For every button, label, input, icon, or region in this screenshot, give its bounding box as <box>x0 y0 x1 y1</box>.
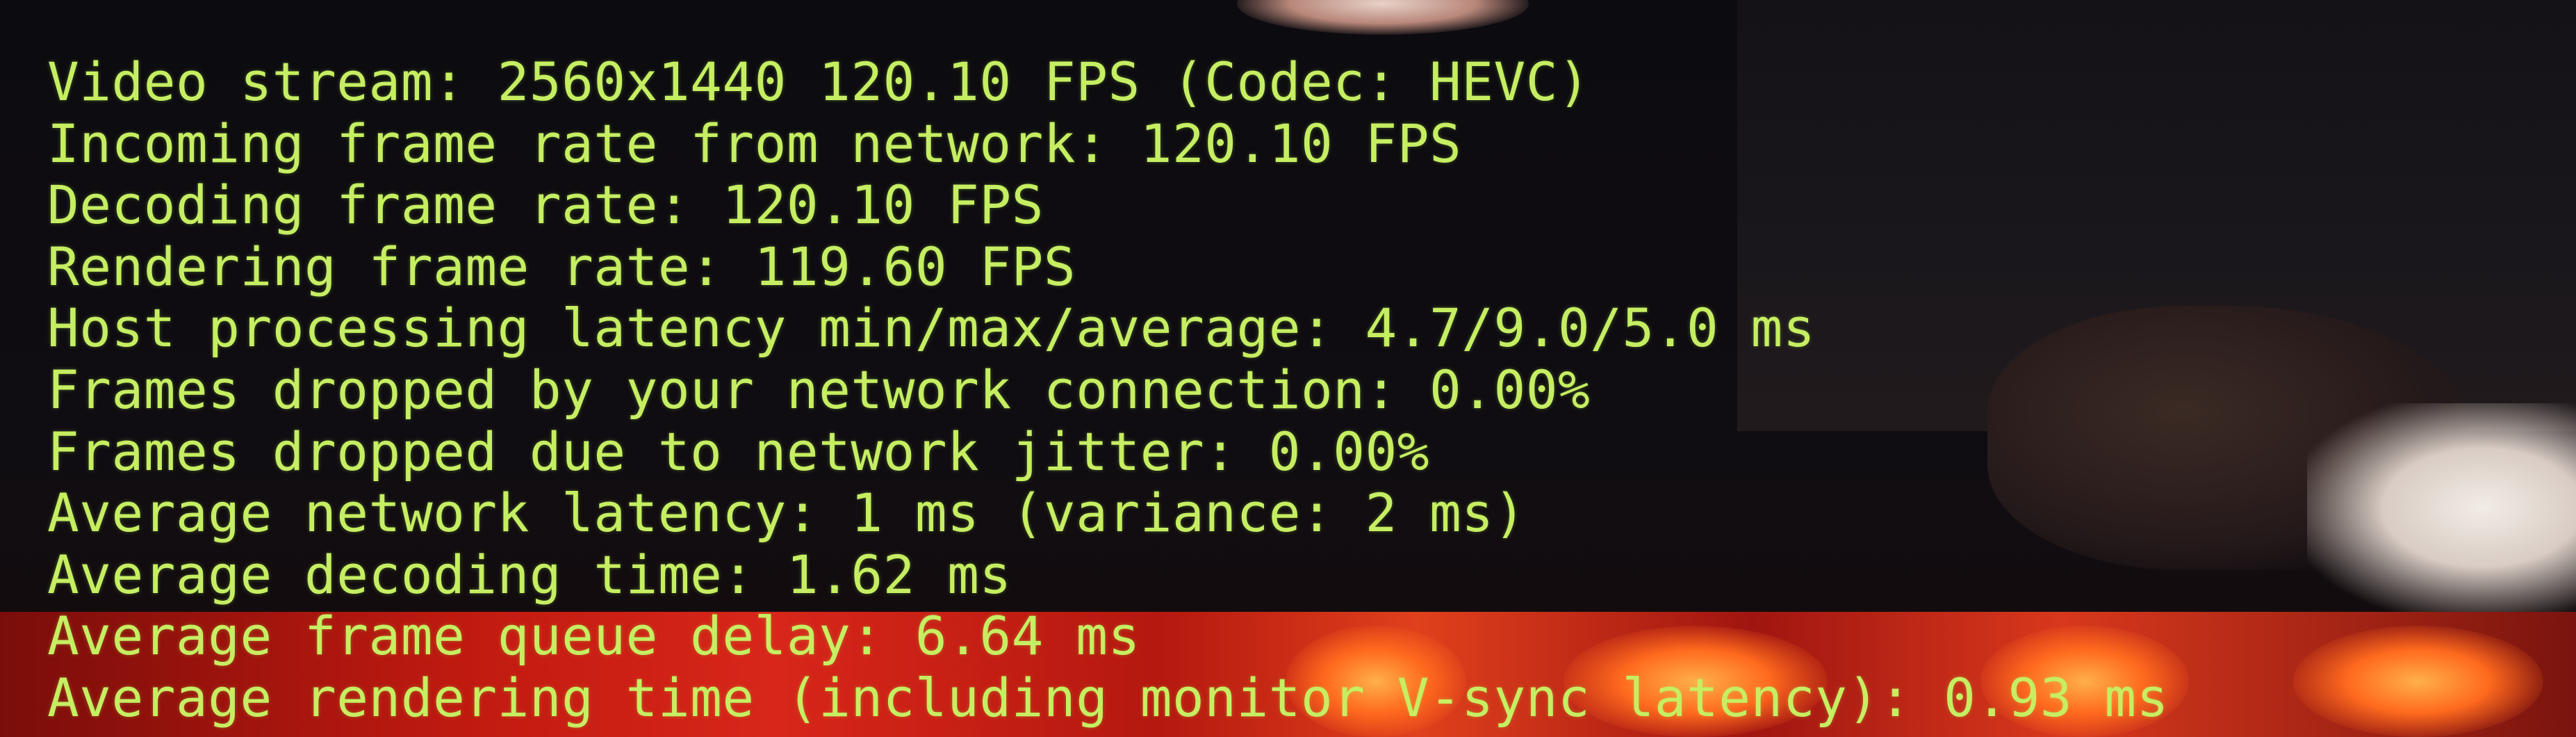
background-light-glow <box>1237 0 1529 35</box>
stat-average-network-latency: Average network latency: 1 ms (variance:… <box>47 482 1526 544</box>
background-fire-glow <box>2293 626 2543 737</box>
stat-average-decoding-time: Average decoding time: 1.62 ms <box>47 543 1012 606</box>
stat-frames-dropped-network: Frames dropped by your network connectio… <box>47 358 1591 421</box>
stat-host-processing-latency: Host processing latency min/max/average:… <box>47 297 1816 359</box>
stat-frames-dropped-jitter: Frames dropped due to network jitter: 0.… <box>47 420 1430 483</box>
stat-video-stream: Video stream: 2560x1440 120.10 FPS (Code… <box>47 51 1591 113</box>
performance-stats-overlay: Video stream: 2560x1440 120.10 FPS (Code… <box>47 51 2169 729</box>
background-bright-area <box>2307 403 2576 612</box>
stat-incoming-frame-rate: Incoming frame rate from network: 120.10… <box>47 112 1462 175</box>
stat-rendering-frame-rate: Rendering frame rate: 119.60 FPS <box>47 235 1076 298</box>
stat-decoding-frame-rate: Decoding frame rate: 120.10 FPS <box>47 174 1044 236</box>
stream-viewport: Video stream: 2560x1440 120.10 FPS (Code… <box>0 0 2576 737</box>
stat-average-rendering-time: Average rendering time (including monito… <box>47 666 2169 729</box>
stat-average-frame-queue-delay: Average frame queue delay: 6.64 ms <box>47 605 1140 667</box>
